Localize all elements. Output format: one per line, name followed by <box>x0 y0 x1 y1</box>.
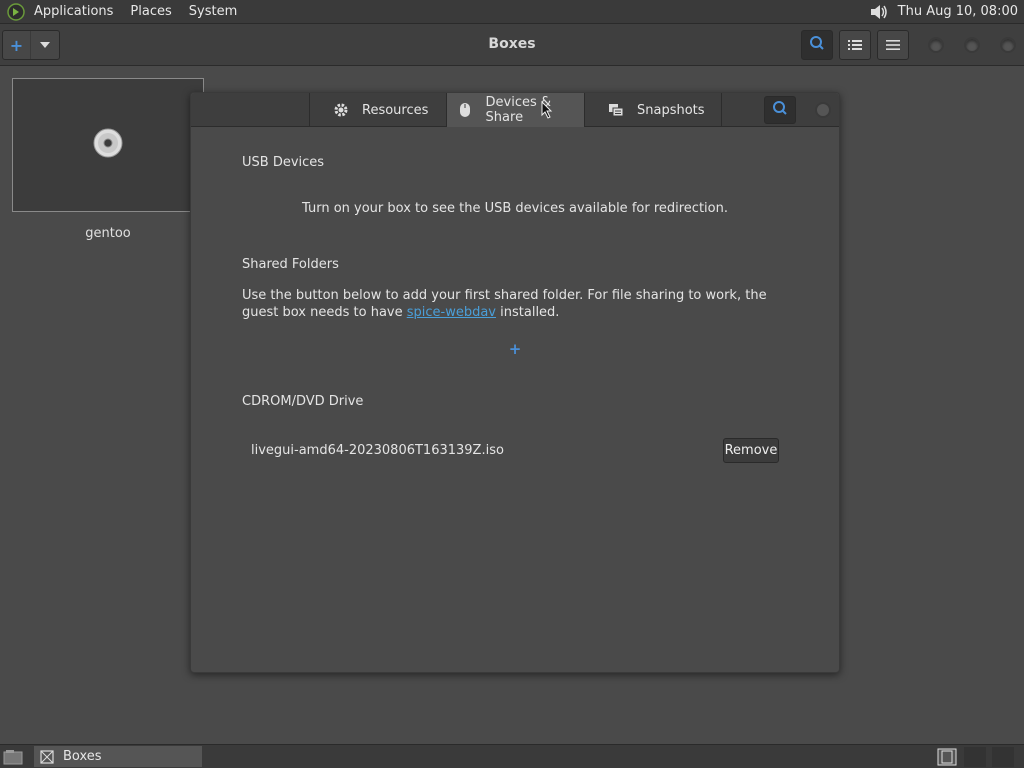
plus-icon: + <box>508 340 522 358</box>
mouse-cursor-icon <box>541 100 553 119</box>
gnome-foot-icon[interactable] <box>6 2 26 21</box>
shared-desc-text-end: installed. <box>496 305 560 320</box>
menu-places[interactable]: Places <box>130 4 171 19</box>
chevron-down-icon[interactable] <box>31 31 59 59</box>
spice-webdav-link[interactable]: spice-webdav <box>407 305 496 320</box>
cdrom-iso-name: livegui-amd64-20230806T163139Z.iso <box>251 443 504 458</box>
cdrom-title: CDROM/DVD Drive <box>242 394 364 409</box>
usb-devices-title: USB Devices <box>242 155 325 170</box>
shared-folders-description: Use the button below to add your first s… <box>242 287 802 321</box>
usb-devices-message: Turn on your box to see the USB devices … <box>302 201 728 216</box>
dialog-search-button[interactable] <box>764 96 796 124</box>
dialog-header: Resources Devices & Share Snapshots <box>191 93 839 127</box>
top-panel: Applications Places System Thu Aug 10, 0… <box>0 0 1024 24</box>
search-icon <box>772 100 788 120</box>
cdrom-icon <box>93 128 123 162</box>
list-view-button[interactable] <box>839 30 871 60</box>
gear-icon <box>332 101 350 119</box>
tab-resources[interactable]: Resources <box>309 93 446 127</box>
header-bar: + Boxes <box>0 24 1024 66</box>
taskbar-item-label: Boxes <box>63 749 102 764</box>
box-properties-dialog: Resources Devices & Share Snapshots USB … <box>190 92 840 673</box>
mouse-icon <box>457 101 474 119</box>
list-icon <box>848 36 862 55</box>
plus-icon: + <box>3 31 31 59</box>
hamburger-icon <box>886 36 900 55</box>
taskbar-item-boxes[interactable]: Boxes <box>34 746 202 767</box>
new-box-button[interactable]: + <box>2 30 60 60</box>
close-button[interactable] <box>1000 37 1016 53</box>
tab-devices-share[interactable]: Devices & Share <box>446 93 584 127</box>
dialog-close-button[interactable] <box>815 102 831 118</box>
workspace-2[interactable] <box>964 747 986 767</box>
tab-snapshots[interactable]: Snapshots <box>584 93 722 127</box>
show-desktop-icon[interactable] <box>2 748 24 766</box>
remove-button[interactable]: Remove <box>723 438 779 463</box>
shared-folders-title: Shared Folders <box>242 257 339 272</box>
snapshot-icon <box>607 101 625 119</box>
tab-label: Devices & Share <box>485 95 552 125</box>
menu-system[interactable]: System <box>189 4 237 19</box>
workspace-switcher-icon[interactable] <box>936 747 958 767</box>
maximize-button[interactable] <box>964 37 980 53</box>
tab-label: Snapshots <box>637 102 705 118</box>
menu-applications[interactable]: Applications <box>34 4 113 19</box>
box-thumbnail[interactable] <box>12 78 204 212</box>
clock[interactable]: Thu Aug 10, 08:00 <box>898 4 1018 19</box>
search-button[interactable] <box>801 30 833 60</box>
tab-label: Resources <box>362 102 429 118</box>
boxes-app-icon <box>39 749 55 765</box>
workspace-3[interactable] <box>992 747 1014 767</box>
bottom-taskbar: Boxes <box>0 744 1024 768</box>
search-icon <box>809 35 825 55</box>
add-shared-folder-button[interactable]: + <box>507 340 523 358</box>
menu-button[interactable] <box>877 30 909 60</box>
box-name[interactable]: gentoo <box>12 226 204 241</box>
minimize-button[interactable] <box>928 37 944 53</box>
volume-icon[interactable] <box>868 2 890 22</box>
